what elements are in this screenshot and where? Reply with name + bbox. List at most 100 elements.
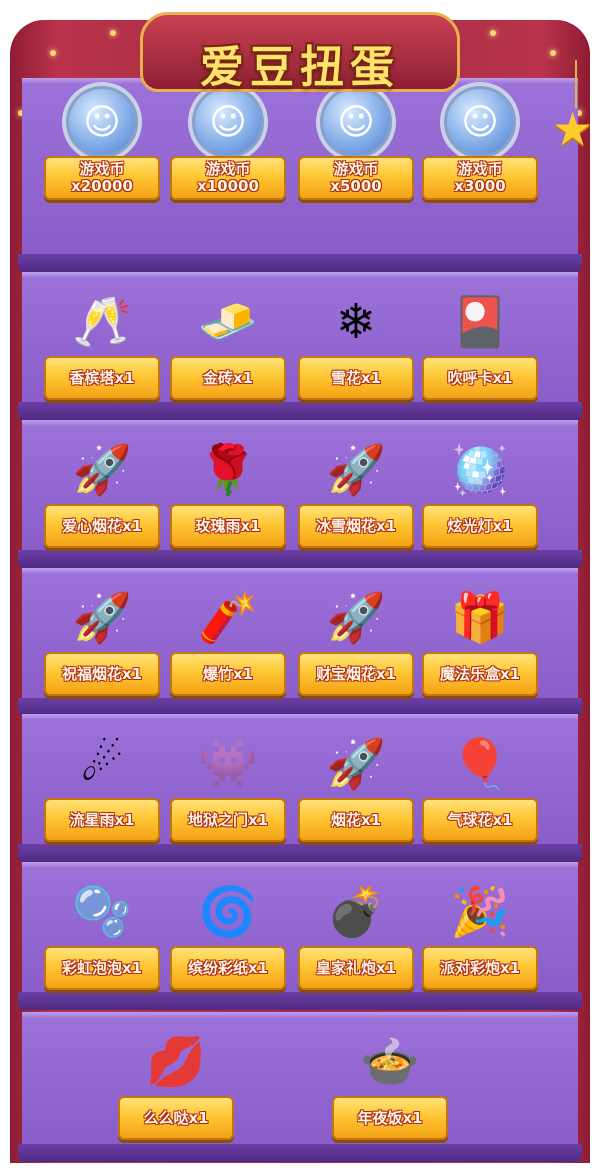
- prize-name: 炫光灯x1: [447, 516, 513, 535]
- prize-item[interactable]: 🍲 年夜饭x1: [332, 1018, 448, 1168]
- prize-item[interactable]: ☄ 流星雨x1: [44, 720, 160, 870]
- prize-label-button[interactable]: 祝福烟花x1: [44, 652, 160, 696]
- prize-item[interactable]: 🚀 祝福烟花x1: [44, 574, 160, 724]
- prize-item[interactable]: 🧨 爆竹x1: [170, 574, 286, 724]
- prize-item[interactable]: 🚀 烟花x1: [298, 720, 414, 870]
- prize-label-button[interactable]: 流星雨x1: [44, 798, 160, 842]
- prize-name: 游戏币: [79, 160, 125, 178]
- prize-label-button[interactable]: 冰雪烟花x1: [298, 504, 414, 548]
- prize-name: 游戏币: [457, 160, 503, 178]
- prize-name: 烟花x1: [330, 810, 382, 829]
- prize-item[interactable]: 👾 地狱之门x1: [170, 720, 286, 870]
- prize-item[interactable]: 💋 么么哒x1: [118, 1018, 234, 1168]
- prize-name: 玫瑰雨x1: [195, 516, 261, 535]
- prize-label-button[interactable]: 雪花x1: [298, 356, 414, 400]
- prize-item[interactable]: 🎁 魔法乐盒x1: [422, 574, 538, 724]
- prize-label-button[interactable]: 香槟塔x1: [44, 356, 160, 400]
- prize-label-button[interactable]: 烟花x1: [298, 798, 414, 842]
- prize-name: 缤纷彩纸x1: [187, 958, 269, 977]
- prize-label-button[interactable]: 游戏币 x5000: [298, 156, 414, 200]
- prize-item[interactable]: ☺ 游戏币 x20000: [44, 82, 160, 278]
- prize-name: 金砖x1: [202, 368, 254, 387]
- prize-name: 彩虹泡泡x1: [61, 958, 143, 977]
- prize-item[interactable]: ☺ 游戏币 x3000: [422, 82, 538, 278]
- disco-ball-icon: 🪩: [450, 442, 510, 498]
- prize-quantity: x3000: [454, 177, 506, 195]
- prize-item[interactable]: ❄ 雪花x1: [298, 278, 414, 428]
- prize-name: 年夜饭x1: [357, 1108, 423, 1127]
- prize-item[interactable]: 🎉 派对彩炮x1: [422, 868, 538, 1018]
- prize-label-button[interactable]: 游戏币 x20000: [44, 156, 160, 200]
- prize-label-button[interactable]: 炫光灯x1: [422, 504, 538, 548]
- prize-name: 财宝烟花x1: [315, 664, 397, 683]
- prize-item[interactable]: 🎈 气球花x1: [422, 720, 538, 870]
- prize-name: 游戏币: [205, 160, 251, 178]
- rainbow-bubbles-icon: 🫧: [72, 884, 132, 940]
- prize-name: 祝福烟花x1: [61, 664, 143, 683]
- new-year-dinner-icon: 🍲: [360, 1034, 420, 1090]
- prize-item[interactable]: 🚀 财宝烟花x1: [298, 574, 414, 724]
- prize-item[interactable]: 🚀 冰雪烟花x1: [298, 426, 414, 576]
- prize-quantity: x20000: [71, 177, 133, 195]
- game-coin-icon: ☺: [62, 82, 142, 162]
- prize-label-button[interactable]: 派对彩炮x1: [422, 946, 538, 990]
- prize-item[interactable]: 🌀 缤纷彩纸x1: [170, 868, 286, 1018]
- prize-name: 流星雨x1: [69, 810, 135, 829]
- star-string: [575, 60, 577, 108]
- prize-item[interactable]: 🥂 香槟塔x1: [44, 278, 160, 428]
- treasure-firework-icon: 🚀: [326, 590, 386, 646]
- prize-name: 爆竹x1: [202, 664, 254, 683]
- prize-name: 派对彩炮x1: [439, 958, 521, 977]
- prize-item[interactable]: 💣 皇家礼炮x1: [298, 868, 414, 1018]
- magic-music-box-icon: 🎁: [450, 590, 510, 646]
- prize-quantity: x5000: [330, 177, 382, 195]
- prize-name: 皇家礼炮x1: [315, 958, 397, 977]
- prize-label-button[interactable]: 游戏币 x10000: [170, 156, 286, 200]
- prize-name: 爱心烟花x1: [61, 516, 143, 535]
- prize-label-button[interactable]: 游戏币 x3000: [422, 156, 538, 200]
- prize-label-button[interactable]: 皇家礼炮x1: [298, 946, 414, 990]
- prize-label-button[interactable]: 爱心烟花x1: [44, 504, 160, 548]
- prize-label-button[interactable]: 么么哒x1: [118, 1096, 234, 1140]
- prize-label-button[interactable]: 爆竹x1: [170, 652, 286, 696]
- hell-gate-monster-icon: 👾: [198, 736, 258, 792]
- prize-name: 冰雪烟花x1: [315, 516, 397, 535]
- prize-item[interactable]: 🌹 玫瑰雨x1: [170, 426, 286, 576]
- page-title: 爱豆扭蛋: [200, 42, 400, 93]
- party-popper-icon: 🎉: [450, 884, 510, 940]
- prize-label-button[interactable]: 彩虹泡泡x1: [44, 946, 160, 990]
- prize-quantity: x10000: [197, 177, 259, 195]
- prize-name: 雪花x1: [330, 368, 382, 387]
- ice-firework-icon: 🚀: [326, 442, 386, 498]
- rose-rain-icon: 🌹: [198, 442, 258, 498]
- prize-label-button[interactable]: 金砖x1: [170, 356, 286, 400]
- prize-item[interactable]: 🪩 炫光灯x1: [422, 426, 538, 576]
- prize-label-button[interactable]: 缤纷彩纸x1: [170, 946, 286, 990]
- prize-item[interactable]: ☺ 游戏币 x10000: [170, 82, 286, 278]
- prize-label-button[interactable]: 玫瑰雨x1: [170, 504, 286, 548]
- prize-name: 么么哒x1: [143, 1108, 209, 1127]
- gold-bar-icon: 🧈: [198, 294, 258, 350]
- prize-item[interactable]: 🚀 爱心烟花x1: [44, 426, 160, 576]
- shelf-row-7: [18, 1012, 582, 1162]
- prize-name: 香槟塔x1: [69, 368, 135, 387]
- love-firework-icon: 🚀: [72, 442, 132, 498]
- firework-icon: 🚀: [326, 736, 386, 792]
- title-banner: 爱豆扭蛋: [140, 12, 460, 93]
- prize-name: 地狱之门x1: [187, 810, 269, 829]
- prize-label-button[interactable]: 财宝烟花x1: [298, 652, 414, 696]
- prize-item[interactable]: ☺ 游戏币 x5000: [298, 82, 414, 278]
- prize-item[interactable]: 🎴 吹呼卡x1: [422, 278, 538, 428]
- prize-item[interactable]: 🧈 金砖x1: [170, 278, 286, 428]
- prize-label-button[interactable]: 地狱之门x1: [170, 798, 286, 842]
- royal-cannon-icon: 💣: [326, 884, 386, 940]
- prize-name: 吹呼卡x1: [447, 368, 513, 387]
- prize-label-button[interactable]: 魔法乐盒x1: [422, 652, 538, 696]
- prize-item[interactable]: 🫧 彩虹泡泡x1: [44, 868, 160, 1018]
- kiss-lips-icon: 💋: [146, 1034, 206, 1090]
- blessing-firework-icon: 🚀: [72, 590, 132, 646]
- prize-label-button[interactable]: 气球花x1: [422, 798, 538, 842]
- champagne-tower-icon: 🥂: [72, 294, 132, 350]
- prize-label-button[interactable]: 年夜饭x1: [332, 1096, 448, 1140]
- prize-label-button[interactable]: 吹呼卡x1: [422, 356, 538, 400]
